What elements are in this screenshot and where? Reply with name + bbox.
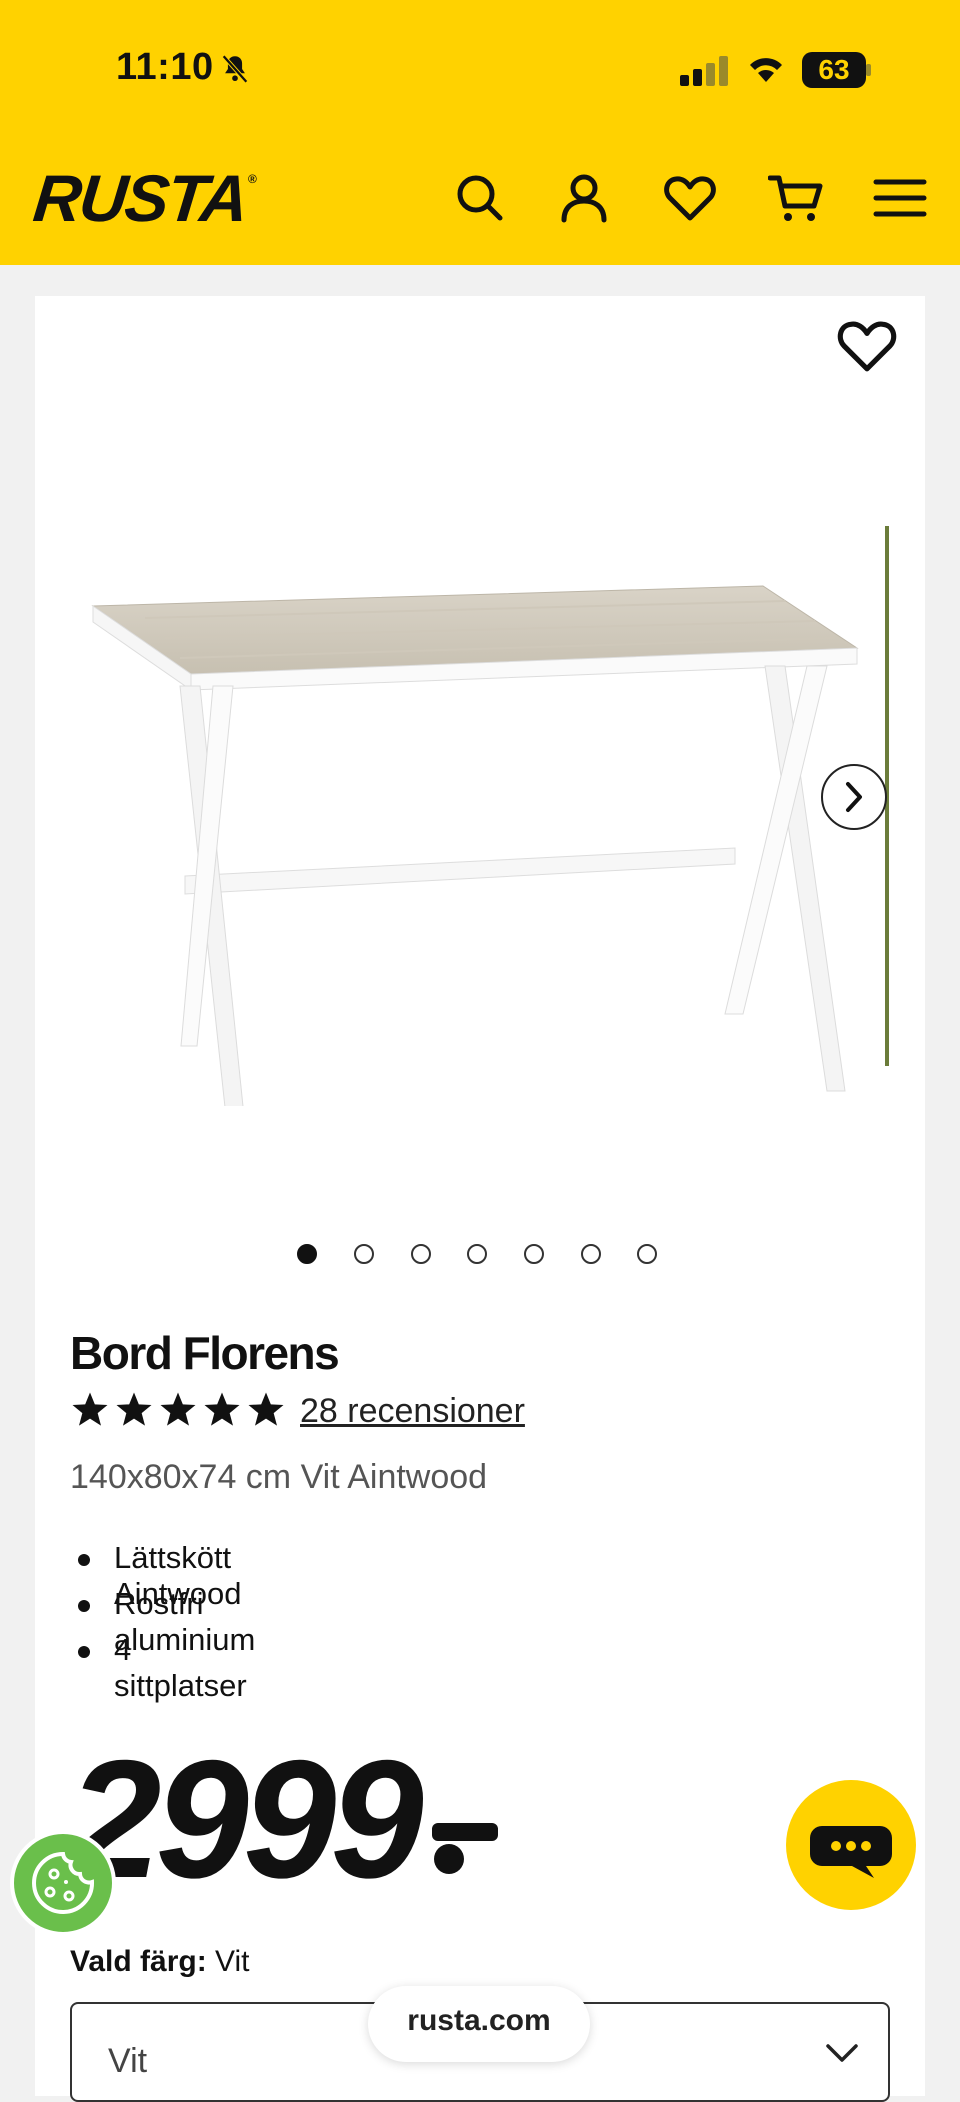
star-icon: [246, 1390, 286, 1430]
next-image-button[interactable]: [821, 764, 887, 830]
registered-mark: ®: [248, 172, 257, 186]
image-dot[interactable]: [524, 1244, 544, 1264]
chat-bubble-icon: [810, 1826, 892, 1878]
star-icon: [202, 1390, 242, 1430]
rating-stars: [70, 1390, 290, 1435]
top-bar: 11:10 63 RUSTA ®: [0, 0, 960, 265]
menu-icon[interactable]: [872, 170, 928, 226]
bullet: [78, 1600, 90, 1612]
cookie-settings-button[interactable]: [10, 1830, 116, 1936]
price-dash: [432, 1823, 498, 1841]
chevron-down-icon: [824, 2040, 860, 2069]
status-time: 11:10: [116, 46, 214, 88]
star-icon: [158, 1390, 198, 1430]
selected-color-label: Vald färg: Vit: [70, 1945, 250, 1979]
url-text: rusta.com: [407, 2004, 551, 2037]
browser-url-bar[interactable]: rusta.com: [368, 1986, 590, 2062]
image-dot[interactable]: [411, 1244, 431, 1264]
cellular-signal-icon: [680, 56, 730, 91]
star-icon: [70, 1390, 110, 1430]
battery-level: 63: [818, 54, 850, 85]
image-dot[interactable]: [297, 1244, 317, 1264]
star-icon: [114, 1390, 154, 1430]
price-dot: [434, 1844, 464, 1874]
add-to-wishlist-heart-icon[interactable]: [835, 314, 899, 378]
chat-button[interactable]: [786, 1780, 916, 1910]
cart-icon[interactable]: [767, 170, 824, 226]
reviews-link[interactable]: 28 recensioner: [300, 1392, 525, 1431]
color-label-prefix: Vald färg:: [70, 1945, 207, 1978]
product-image-table[interactable]: [85, 546, 905, 1127]
color-select-value: Vit: [108, 2042, 148, 2080]
rusta-logo[interactable]: RUSTA: [30, 160, 250, 236]
product-subtitle: 140x80x74 cm Vit Aintwood: [70, 1458, 488, 1496]
image-dot[interactable]: [354, 1244, 374, 1264]
color-label-value: Vit: [215, 1945, 250, 1978]
price: 2999: [68, 1725, 424, 1913]
bullet: [78, 1646, 90, 1658]
muted-bell-icon: [218, 52, 252, 91]
wishlist-icon[interactable]: [662, 170, 718, 226]
account-icon[interactable]: [556, 170, 612, 226]
image-dot[interactable]: [467, 1244, 487, 1264]
wifi-icon: [746, 52, 786, 91]
cookie-icon: [32, 1851, 95, 1914]
search-icon[interactable]: [452, 170, 508, 226]
image-dot[interactable]: [581, 1244, 601, 1264]
product-title: Bord Florens: [70, 1327, 340, 1379]
feature-text: 4 sittplatser: [114, 1632, 247, 1703]
chevron-right-icon: [846, 782, 862, 812]
bullet: [78, 1554, 90, 1566]
image-dot[interactable]: [637, 1244, 657, 1264]
